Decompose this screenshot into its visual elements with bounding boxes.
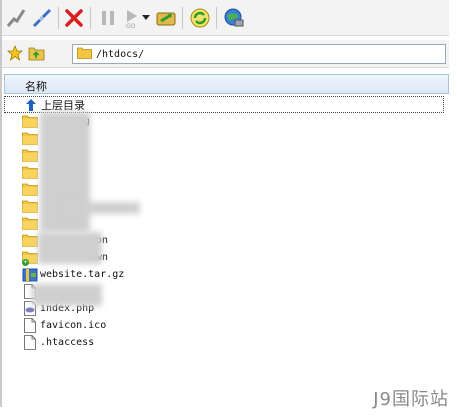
folder-icon	[22, 114, 38, 130]
folder-icon	[22, 216, 38, 232]
redacted-area	[62, 202, 140, 214]
watermark: J9国际站	[373, 389, 449, 410]
redacted-area	[38, 232, 102, 264]
star-icon[interactable]	[4, 42, 26, 64]
list-item[interactable]: favicon.ico	[4, 317, 449, 334]
parent-directory-label: 上层目录	[41, 98, 85, 112]
svg-text:GO: GO	[126, 23, 136, 29]
toolbar-separator	[90, 7, 91, 29]
dropdown-icon[interactable]	[140, 6, 152, 30]
folder-icon	[22, 182, 38, 198]
abort-icon[interactable]	[62, 6, 86, 30]
toolbar-separator	[216, 7, 217, 29]
refresh-icon[interactable]	[188, 6, 212, 30]
toolbar-separator	[182, 7, 183, 29]
folder-icon	[22, 148, 38, 164]
address-bar	[2, 40, 449, 68]
pause-icon[interactable]	[96, 6, 120, 30]
archive-icon	[22, 267, 38, 283]
list-item[interactable]: .htaccess	[4, 334, 449, 351]
redacted-area	[40, 112, 90, 232]
path-text[interactable]	[92, 48, 422, 60]
redacted-area	[32, 284, 102, 306]
toolbar-separator	[58, 7, 59, 29]
folder-icon: +	[22, 250, 38, 266]
list-item-label: favicon.ico	[40, 320, 107, 331]
folder-up-icon[interactable]	[26, 42, 48, 64]
parent-directory-row[interactable]: 上层目录	[4, 96, 444, 113]
list-item-label: website.tar.gz	[40, 269, 125, 280]
file-icon	[22, 335, 38, 351]
folder-icon	[22, 165, 38, 181]
folder-icon	[22, 131, 38, 147]
disconnect-icon[interactable]	[30, 6, 54, 30]
toolbar: GO	[2, 0, 449, 36]
transfer-icon[interactable]	[154, 6, 178, 30]
globe-icon[interactable]	[222, 6, 246, 30]
file-icon	[22, 318, 38, 334]
path-input[interactable]	[72, 44, 446, 64]
folder-icon	[77, 47, 92, 62]
list-item-label: .htaccess	[40, 337, 95, 348]
folder-icon	[22, 233, 38, 249]
file-browser-window: GO 名称	[0, 0, 449, 407]
new-badge-icon: +	[22, 257, 29, 266]
list-item[interactable]: website.tar.gz	[4, 266, 449, 283]
column-header-name[interactable]: 名称	[4, 74, 449, 94]
connect-icon[interactable]	[4, 6, 28, 30]
folder-icon	[22, 199, 38, 215]
up-arrow-icon	[23, 97, 39, 113]
